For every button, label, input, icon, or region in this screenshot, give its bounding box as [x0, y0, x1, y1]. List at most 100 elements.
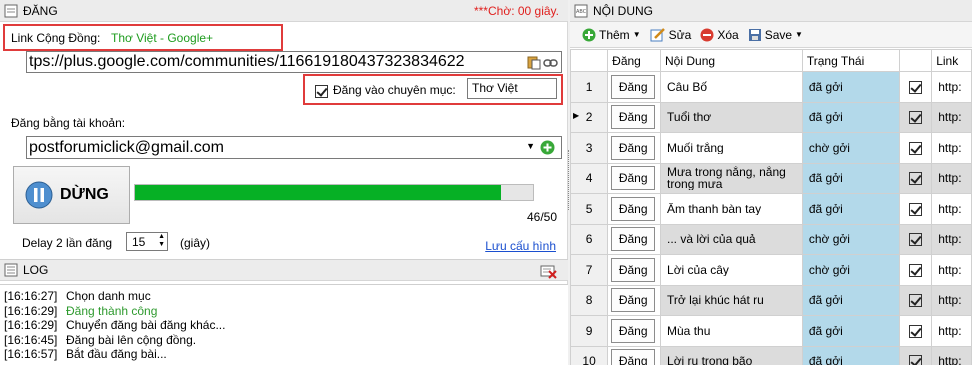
- row-number-text: 3: [585, 140, 593, 155]
- link-cell-text: http:: [938, 293, 962, 308]
- status-cell: đã gởi: [801, 101, 900, 133]
- table-row[interactable]: 1 Đăng Câu Bố đã gởi http:: [569, 71, 972, 103]
- edit-label: Sửa: [668, 27, 692, 42]
- row-checkbox[interactable]: [908, 233, 922, 247]
- column-header-link[interactable]: Link: [931, 49, 972, 72]
- progress-fill: [135, 185, 502, 200]
- paste-icon[interactable]: [527, 55, 541, 72]
- delete-label: Xóa: [717, 27, 739, 42]
- community-url-field[interactable]: tps://plus.google.com/communities/116619…: [26, 51, 562, 73]
- spinner-arrows-icon[interactable]: ▲ ▼: [158, 233, 165, 249]
- delete-icon: [700, 28, 714, 41]
- content-panel-header: ABC NỘI DUNG: [570, 0, 972, 22]
- row-checkbox[interactable]: [908, 355, 922, 365]
- row-number[interactable]: 10: [569, 345, 609, 365]
- link-cell: http:: [931, 132, 972, 164]
- post-button-cell: Đăng: [607, 193, 662, 225]
- post-row-button[interactable]: Đăng: [611, 135, 656, 160]
- category-input[interactable]: Thơ Việt: [467, 78, 557, 99]
- row-number-text: 6: [585, 232, 593, 247]
- table-row[interactable]: 9 Đăng Mùa thu đã gởi http:: [569, 315, 972, 347]
- stop-button-label: DỪNG: [60, 186, 109, 203]
- column-header-check[interactable]: [898, 49, 933, 72]
- post-row-button[interactable]: Đăng: [611, 166, 656, 191]
- status-cell: đã gởi: [801, 193, 900, 225]
- row-checkbox[interactable]: [908, 141, 922, 155]
- table-row[interactable]: 8 Đăng Trở lại khúc hát ru đã gởi http:: [569, 284, 972, 316]
- link-icon[interactable]: [543, 57, 558, 71]
- table-row[interactable]: 5 Đăng Âm thanh bàn tay đã gởi http:: [569, 193, 972, 225]
- link-cell-text: http:: [938, 262, 962, 277]
- row-number[interactable]: 6: [569, 223, 609, 255]
- row-checkbox[interactable]: [908, 294, 922, 308]
- status-cell-text: chờ gởi: [808, 232, 850, 247]
- log-time: [16:16:27]: [4, 289, 58, 303]
- add-icon: [582, 28, 596, 41]
- column-header-status[interactable]: Trạng Thái: [801, 49, 900, 72]
- table-row[interactable]: 6 Đăng ... và lời của quả chờ gởi http:: [569, 223, 972, 255]
- log-message: Chọn danh mục: [66, 289, 151, 303]
- row-number-text: 10: [582, 354, 596, 365]
- content-cell-text: Mưa trong nắng, nắng trong mưa: [667, 166, 786, 191]
- row-number[interactable]: 4: [569, 162, 609, 194]
- row-checkbox[interactable]: [908, 80, 922, 94]
- row-checkbox[interactable]: [908, 324, 922, 338]
- check-cell: [898, 162, 933, 194]
- column-header-post[interactable]: Đăng: [607, 49, 662, 72]
- save-config-link[interactable]: Lưu cấu hình: [485, 239, 556, 253]
- row-checkbox[interactable]: [908, 202, 922, 216]
- category-checkbox[interactable]: [315, 85, 328, 99]
- dropdown-arrow-icon[interactable]: ▼: [526, 141, 535, 151]
- delay-value: 15: [132, 235, 146, 249]
- post-button-cell: Đăng: [607, 315, 662, 347]
- row-number-text: 5: [585, 201, 593, 216]
- stop-button[interactable]: DỪNG: [13, 166, 130, 224]
- edit-button[interactable]: Sửa: [650, 27, 692, 42]
- row-number[interactable]: 7: [569, 254, 609, 286]
- delay-spinner[interactable]: 15 ▲ ▼: [126, 232, 168, 251]
- save-button[interactable]: Save ▼: [748, 28, 803, 42]
- row-number[interactable]: 5: [569, 193, 609, 225]
- content-panel: ABC NỘI DUNG Thêm ▼ Sửa Xóa Save ▼ Đăng …: [569, 0, 972, 365]
- log-row: [16:16:27] Chọn danh mục: [4, 289, 568, 304]
- content-cell-text: ... và lời của quả: [667, 233, 756, 246]
- post-row-button[interactable]: Đăng: [611, 257, 656, 282]
- splitter-handle[interactable]: [568, 150, 570, 210]
- post-row-button[interactable]: Đăng: [611, 227, 656, 252]
- post-row-button[interactable]: Đăng: [611, 318, 656, 343]
- post-row-button[interactable]: Đăng: [611, 74, 656, 99]
- post-row-button[interactable]: Đăng: [611, 349, 656, 365]
- delete-button[interactable]: Xóa: [700, 27, 739, 42]
- account-select[interactable]: postforumiclick@gmail.com ▼: [26, 136, 562, 159]
- post-button-cell: Đăng: [607, 345, 662, 365]
- row-number[interactable]: 1: [569, 71, 609, 103]
- post-row-button[interactable]: Đăng: [611, 105, 656, 130]
- table-row[interactable]: 4 Đăng Mưa trong nắng, nắng trong mưa đã gở…: [569, 162, 972, 194]
- row-checkbox[interactable]: [908, 111, 922, 125]
- add-button[interactable]: Thêm ▼: [582, 28, 641, 42]
- row-checkbox[interactable]: [908, 172, 922, 186]
- add-account-icon[interactable]: [540, 140, 555, 158]
- status-cell-text: đã gởi: [808, 171, 843, 186]
- save-dropdown-icon: ▼: [795, 30, 803, 39]
- row-number[interactable]: 8: [569, 284, 609, 316]
- countdown-text: ***Chờ: 00 giây.: [473, 4, 559, 18]
- clear-log-icon[interactable]: [540, 263, 562, 282]
- row-checkbox[interactable]: [908, 263, 922, 277]
- table-row[interactable]: 10 Đăng Lời ru trong bão đã gởi http:: [569, 345, 972, 365]
- link-cell: http:: [931, 162, 972, 194]
- column-header-content[interactable]: Nội Dung: [660, 49, 803, 72]
- table-row[interactable]: 7 Đăng Lời của cây chờ gởi http:: [569, 254, 972, 286]
- check-cell: [898, 193, 933, 225]
- row-number[interactable]: 3: [569, 132, 609, 164]
- post-row-button[interactable]: Đăng: [611, 196, 656, 221]
- progress-text: 46/50: [526, 210, 557, 224]
- row-number[interactable]: 9: [569, 315, 609, 347]
- content-cell: Muối trắng: [660, 132, 803, 164]
- table-row[interactable]: ▶ 2 Đăng Tuổi thơ đã gởi http:: [569, 101, 972, 133]
- post-row-button[interactable]: Đăng: [611, 288, 656, 313]
- status-cell: chờ gởi: [801, 254, 900, 286]
- table-row[interactable]: 3 Đăng Muối trắng chờ gởi http:: [569, 132, 972, 164]
- row-number[interactable]: ▶ 2: [569, 101, 609, 133]
- log-message: Chuyển đăng bài đăng khác...: [66, 318, 226, 332]
